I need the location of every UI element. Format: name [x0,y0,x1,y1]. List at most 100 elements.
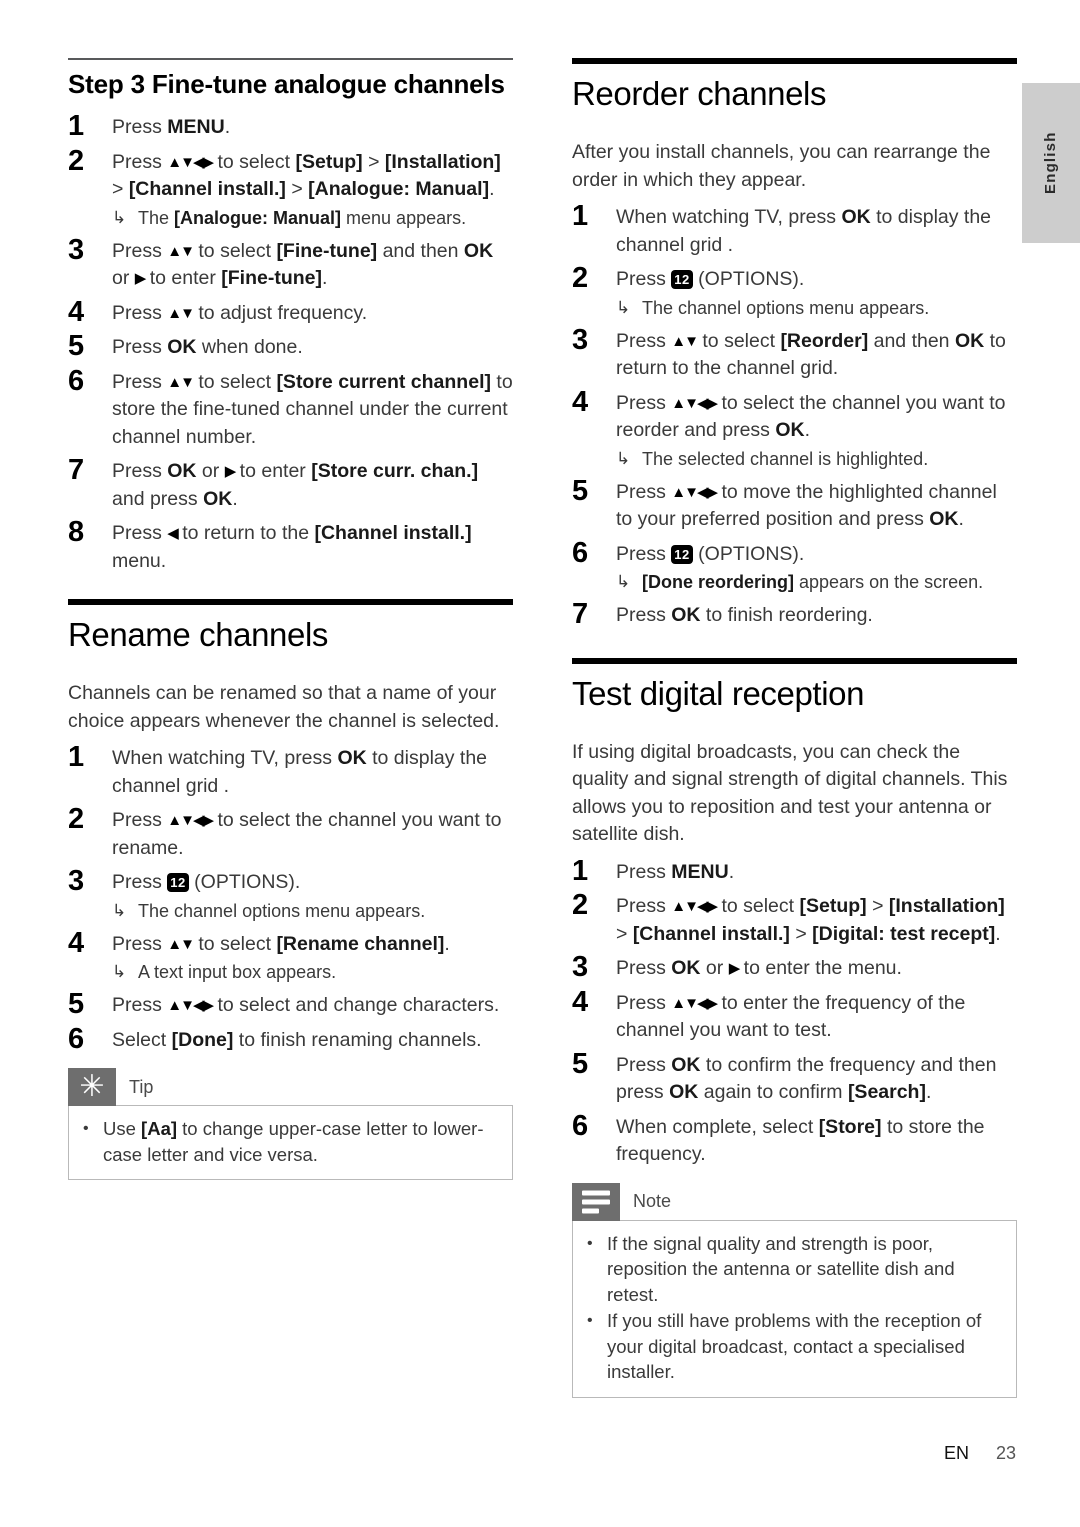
numbered-step: 4 Press ▲▼ to select [Rename channel]. ↳ A … [68,927,513,986]
step-number: 7 [68,454,85,486]
menu-label: [Fine-tune] [221,267,323,289]
numbered-step: 1 Press MENU. [572,855,1017,887]
step-text: Press ▲▼ to select [Fine-tune] and then … [112,239,494,290]
options-key-icon: 12 [671,544,693,564]
note-callout-body: • If the signal quality and strength is p… [572,1219,1017,1398]
bullet-icon: • [587,1312,593,1329]
step-text: When watching TV, press OK to display th… [616,206,992,256]
menu-label: OK [337,747,367,769]
step-text: Press ▲▼◀▶ to move the highlighted chann… [616,480,997,531]
step-text: Press MENU. [616,860,735,883]
step-text: Press ▲▼ to select [Store current channe… [112,370,513,448]
numbered-step: 7 Press OK to finish reordering. [572,598,1017,630]
section-rule [572,657,1017,664]
result-text: [Done reordering] appears on the screen. [642,572,984,592]
result-arrow-icon: ↳ [112,962,127,981]
step-number: 2 [68,803,85,835]
step-text: Press ▲▼◀▶ to enter the frequency of the… [616,991,966,1042]
note-lines-glyph [582,1190,610,1213]
footer-locale: EN [943,1443,969,1463]
numbered-step: 2 Press ▲▼◀▶ to select [Setup] > [Install… [68,145,513,231]
step-text: Press ▲▼◀▶ to select the channel you wan… [112,809,502,859]
step-number: 1 [572,854,589,887]
step-number: 3 [572,951,589,983]
result-text: The [Analogue: Manual] menu appears. [138,207,467,228]
section-heading-test: Test digital reception [572,674,865,712]
menu-label: [Search] [847,1081,926,1103]
nav-key-icon: ▶ [134,270,146,287]
menu-label: OK [167,460,197,482]
nav-key-icon: ▶ [728,960,740,977]
menu-label: [Analogue: Manual] [308,178,490,200]
menu-label: [Aa] [141,1118,178,1139]
nav-key-icon: ▲▼◀▶ [671,898,718,915]
step-number: 4 [572,385,589,418]
numbered-step: 1 When watching TV, press OK to display t… [572,200,1017,259]
nav-key-icon: ▲▼◀▶ [671,483,718,501]
numbered-step: 6 Press 12 (OPTIONS). ↳ [Done reordering] a… [572,537,1017,596]
callout-item-text: If the signal quality and strength is po… [607,1232,955,1305]
step-text: Press 12 (OPTIONS). [616,542,805,565]
step-text: Select [Done] to finish renaming channel… [112,1028,482,1051]
numbered-step: 5 Press OK when done. [68,330,513,362]
menu-label: [Analogue: Manual] [174,207,342,228]
step-text: Press ▲▼◀▶ to select the channel you wan… [616,391,1006,442]
step-text: Press 12 (OPTIONS). [616,268,805,290]
section-reorder-channels: Reorder channels After you install chann… [572,58,1017,630]
tip-callout: ✳ Tip • Use [Aa] to change upper-case let… [68,1068,513,1180]
section-test-digital-reception: Test digital reception If using digital … [572,657,1017,1398]
menu-label: [Installation] [888,895,1005,917]
step-number: 3 [68,233,85,266]
menu-label: OK [203,487,233,510]
bullet-icon: • [83,1120,89,1137]
manual-page: English Step 3 Fine-tune analogue channe… [0,0,1080,1527]
step-number: 1 [572,200,589,232]
step-text: Press ▲▼◀▶ to select and change characte… [112,994,500,1016]
section-rename-channels: Rename channels Channels can be renamed … [68,599,513,1180]
step-number: 1 [68,741,85,773]
menu-label: [Setup] [799,895,867,917]
nav-key-icon: ▲▼ [167,935,195,953]
menu-label: OK [671,604,701,626]
menu-label: [Fine-tune] [276,239,378,262]
section-fine-tune: Step 3 Fine-tune analogue channels 1 Pres… [68,58,513,575]
step-number: 6 [68,364,85,397]
section-intro-reorder: After you install channels, you can rear… [572,141,991,191]
asterisk-icon: ✳ [68,1068,116,1106]
menu-label: [Store curr. chan.] [311,460,479,482]
menu-label: [Done] [171,1028,234,1051]
menu-label: OK [775,419,805,441]
menu-label: OK [671,957,701,979]
numbered-step: 8 Press ◀ to return to the [Channel insta… [68,516,513,575]
menu-label: [Store] [818,1115,882,1138]
language-tab: English [1022,83,1080,243]
step-result: ↳ The channel options menu appears. [616,295,1017,321]
step-result: ↳ The selected channel is highlighted. [616,446,1017,472]
step-number: 6 [572,536,589,569]
page-footer: EN 23 [0,1443,1016,1464]
bullet-icon: • [587,1234,593,1252]
menu-label: [Reorder] [780,329,869,352]
menu-label: [Rename channel] [276,932,445,955]
menu-label: OK [929,508,959,530]
numbered-step: 5 Press ▲▼◀▶ to select and change charact… [68,988,513,1020]
step-text: When complete, select [Store] to store t… [616,1115,985,1166]
step-number: 5 [572,474,589,507]
numbered-step: 2 Press ▲▼◀▶ to select the channel you wa… [68,803,513,862]
menu-label: OK [167,336,197,358]
step-text: Press ▲▼ to select [Reorder] and then OK… [616,329,1006,380]
numbered-step: 4 Press ▲▼◀▶ to enter the frequency of th… [572,986,1017,1045]
result-arrow-icon: ↳ [616,448,631,468]
tip-callout-body: • Use [Aa] to change upper-case letter to… [68,1105,513,1180]
step-text: Press ▲▼◀▶ to select [Setup] > [Installa… [112,150,501,201]
step-number: 1 [68,110,85,142]
result-arrow-icon: ↳ [112,207,127,227]
numbered-step: 5 Press ▲▼◀▶ to move the highlighted chan… [572,475,1017,534]
result-text: The channel options menu appears. [642,297,930,318]
step-text: Press MENU. [112,116,231,138]
step-result: ↳ A text input box appears. [112,959,513,985]
step-number: 2 [68,144,85,177]
nav-key-icon: ▲▼ [167,373,195,391]
numbered-step: 3 Press ▲▼ to select [Fine-tune] and then… [68,234,513,293]
tip-callout-header: ✳ Tip [68,1068,513,1106]
